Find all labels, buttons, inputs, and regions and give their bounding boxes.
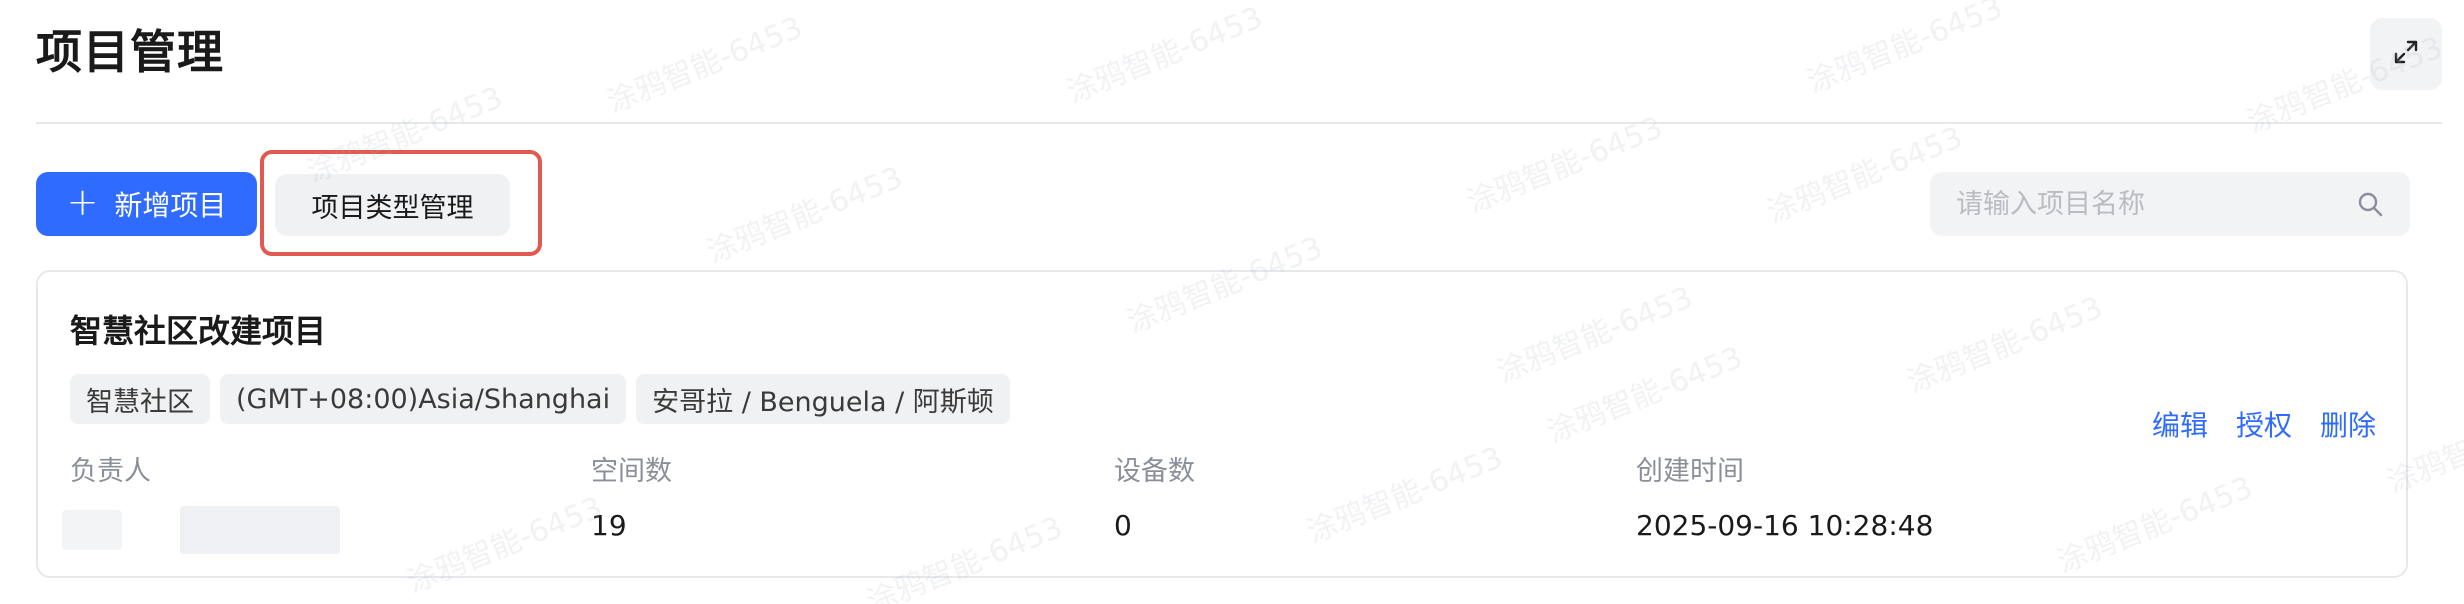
device-count-label: 设备数: [1114, 456, 1195, 487]
device-count-field: 设备数 0: [1114, 452, 1614, 546]
plus-icon: +: [66, 180, 99, 224]
project-card[interactable]: 智慧社区改建项目 智慧社区 (GMT+08:00)Asia/Shanghai 安…: [36, 270, 2408, 578]
space-count-field: 空间数 19: [591, 452, 1091, 546]
search-icon[interactable]: [2354, 188, 2386, 220]
header-divider: [36, 122, 2442, 124]
project-type-management-button[interactable]: 项目类型管理: [275, 174, 510, 236]
fullscreen-button[interactable]: [2370, 18, 2442, 90]
watermark-text: 涂鸦智能-6453: [602, 10, 808, 121]
page: 项目管理 + 新增项目 项目类型管理 智慧社区改建项目 智慧社区 (GMT: [0, 0, 2464, 604]
project-type-management-label: 项目类型管理: [311, 192, 474, 224]
tag-category: 智慧社区: [70, 374, 210, 424]
space-count-label: 空间数: [591, 456, 672, 487]
watermark-text: 涂鸦智能-6453: [702, 160, 908, 271]
expand-arrows-icon: [2393, 39, 2419, 69]
tag-location: 安哥拉 / Benguela / 阿斯顿: [636, 374, 1010, 424]
watermark-text: 涂鸦智能-6453: [1062, 0, 1268, 111]
delete-link[interactable]: 删除: [2320, 404, 2376, 444]
tag-timezone: (GMT+08:00)Asia/Shanghai: [220, 374, 627, 424]
add-project-label: 新增项目: [114, 189, 227, 222]
search-box[interactable]: [1930, 172, 2410, 236]
page-title: 项目管理: [36, 25, 224, 79]
project-tags: 智慧社区 (GMT+08:00)Asia/Shanghai 安哥拉 / Beng…: [70, 374, 1010, 424]
space-count-value: 19: [591, 509, 627, 542]
project-actions: 编辑 授权 删除: [2152, 404, 2376, 444]
device-count-value: 0: [1114, 509, 1132, 542]
created-time-label: 创建时间: [1636, 456, 1744, 487]
created-time-value: 2025-09-16 10:28:48: [1636, 509, 1934, 542]
add-project-button[interactable]: + 新增项目: [36, 172, 257, 236]
edit-link[interactable]: 编辑: [2152, 404, 2208, 444]
watermark-text: 涂鸦智能-6453: [1462, 110, 1668, 221]
project-info: 负责人 空间数 19 设备数 0 创建时间 2025-09-16 10:28:4…: [62, 452, 1933, 562]
search-input[interactable]: [1954, 187, 2354, 221]
watermark-text: 涂鸦智能-6453: [1802, 0, 2008, 101]
owner-label: 负责人: [70, 456, 151, 487]
project-name: 智慧社区改建项目: [70, 312, 327, 350]
owner-field: 负责人: [62, 452, 570, 554]
authorize-link[interactable]: 授权: [2236, 404, 2292, 444]
created-time-field: 创建时间 2025-09-16 10:28:48: [1636, 452, 2136, 546]
owner-value-redacted: [62, 506, 350, 554]
